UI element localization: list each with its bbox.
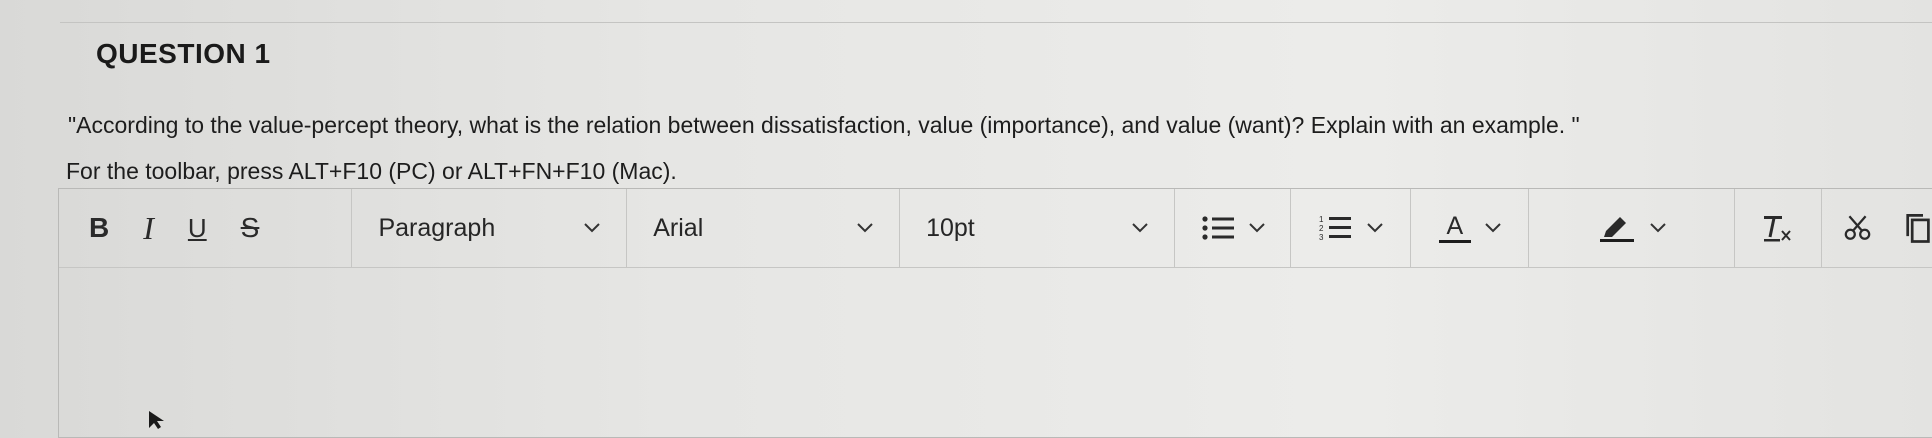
chevron-down-icon [857, 223, 873, 233]
text-color-underline [1438, 239, 1471, 243]
chevron-down-icon [1366, 223, 1383, 233]
question-title: QUESTION 1 [96, 38, 271, 69]
editor-toolbar: B I U S Paragraph Arial 10pt 1 2 3 A [59, 189, 1932, 268]
rich-text-editor[interactable]: B I U S Paragraph Arial 10pt 1 2 3 A [58, 188, 1932, 438]
format-buttons-group: B I U S [59, 189, 353, 267]
font-size-select[interactable]: 10pt [900, 189, 1175, 267]
bold-button[interactable]: B [89, 214, 109, 242]
chevron-down-icon [1649, 223, 1666, 233]
top-divider [60, 22, 1932, 23]
font-family-select-value: Arial [653, 213, 704, 242]
underline-button[interactable]: U [188, 215, 207, 241]
chevron-down-icon [1248, 223, 1265, 233]
clipboard-buttons-group [1822, 189, 1932, 267]
copy-icon[interactable] [1905, 211, 1932, 245]
text-color-icon: A [1438, 211, 1471, 243]
strikethrough-button[interactable]: S [241, 214, 260, 242]
bullet-list-icon [1201, 216, 1234, 240]
mouse-pointer-icon [149, 411, 164, 429]
highlight-icon [1599, 217, 1634, 242]
clear-formatting-button[interactable] [1735, 189, 1822, 267]
numbered-list-button[interactable]: 1 2 3 [1291, 189, 1412, 267]
toolbar-hint: For the toolbar, press ALT+F10 (PC) or A… [66, 158, 677, 184]
italic-button[interactable]: I [143, 212, 154, 244]
editor-content-area[interactable] [59, 268, 1932, 438]
chevron-down-icon [584, 223, 600, 233]
cut-icon[interactable] [1844, 213, 1871, 243]
svg-text:1: 1 [1319, 215, 1324, 224]
paragraph-select-value: Paragraph [378, 213, 496, 242]
numbered-list-icon: 1 2 3 [1319, 215, 1351, 242]
bullet-list-button[interactable] [1175, 189, 1292, 267]
paragraph-select[interactable]: Paragraph [352, 189, 628, 267]
clear-formatting-icon [1763, 216, 1791, 242]
svg-text:3: 3 [1319, 233, 1324, 242]
font-family-select[interactable]: Arial [627, 189, 901, 267]
text-color-letter: A [1446, 211, 1464, 240]
question-text: "According to the value-percept theory, … [68, 112, 1580, 138]
svg-text:2: 2 [1319, 224, 1324, 233]
font-size-select-value: 10pt [926, 213, 975, 242]
text-color-button[interactable]: A [1411, 189, 1530, 267]
chevron-down-icon [1132, 223, 1148, 233]
highlight-color-button[interactable] [1529, 189, 1735, 267]
chevron-down-icon [1485, 223, 1501, 233]
